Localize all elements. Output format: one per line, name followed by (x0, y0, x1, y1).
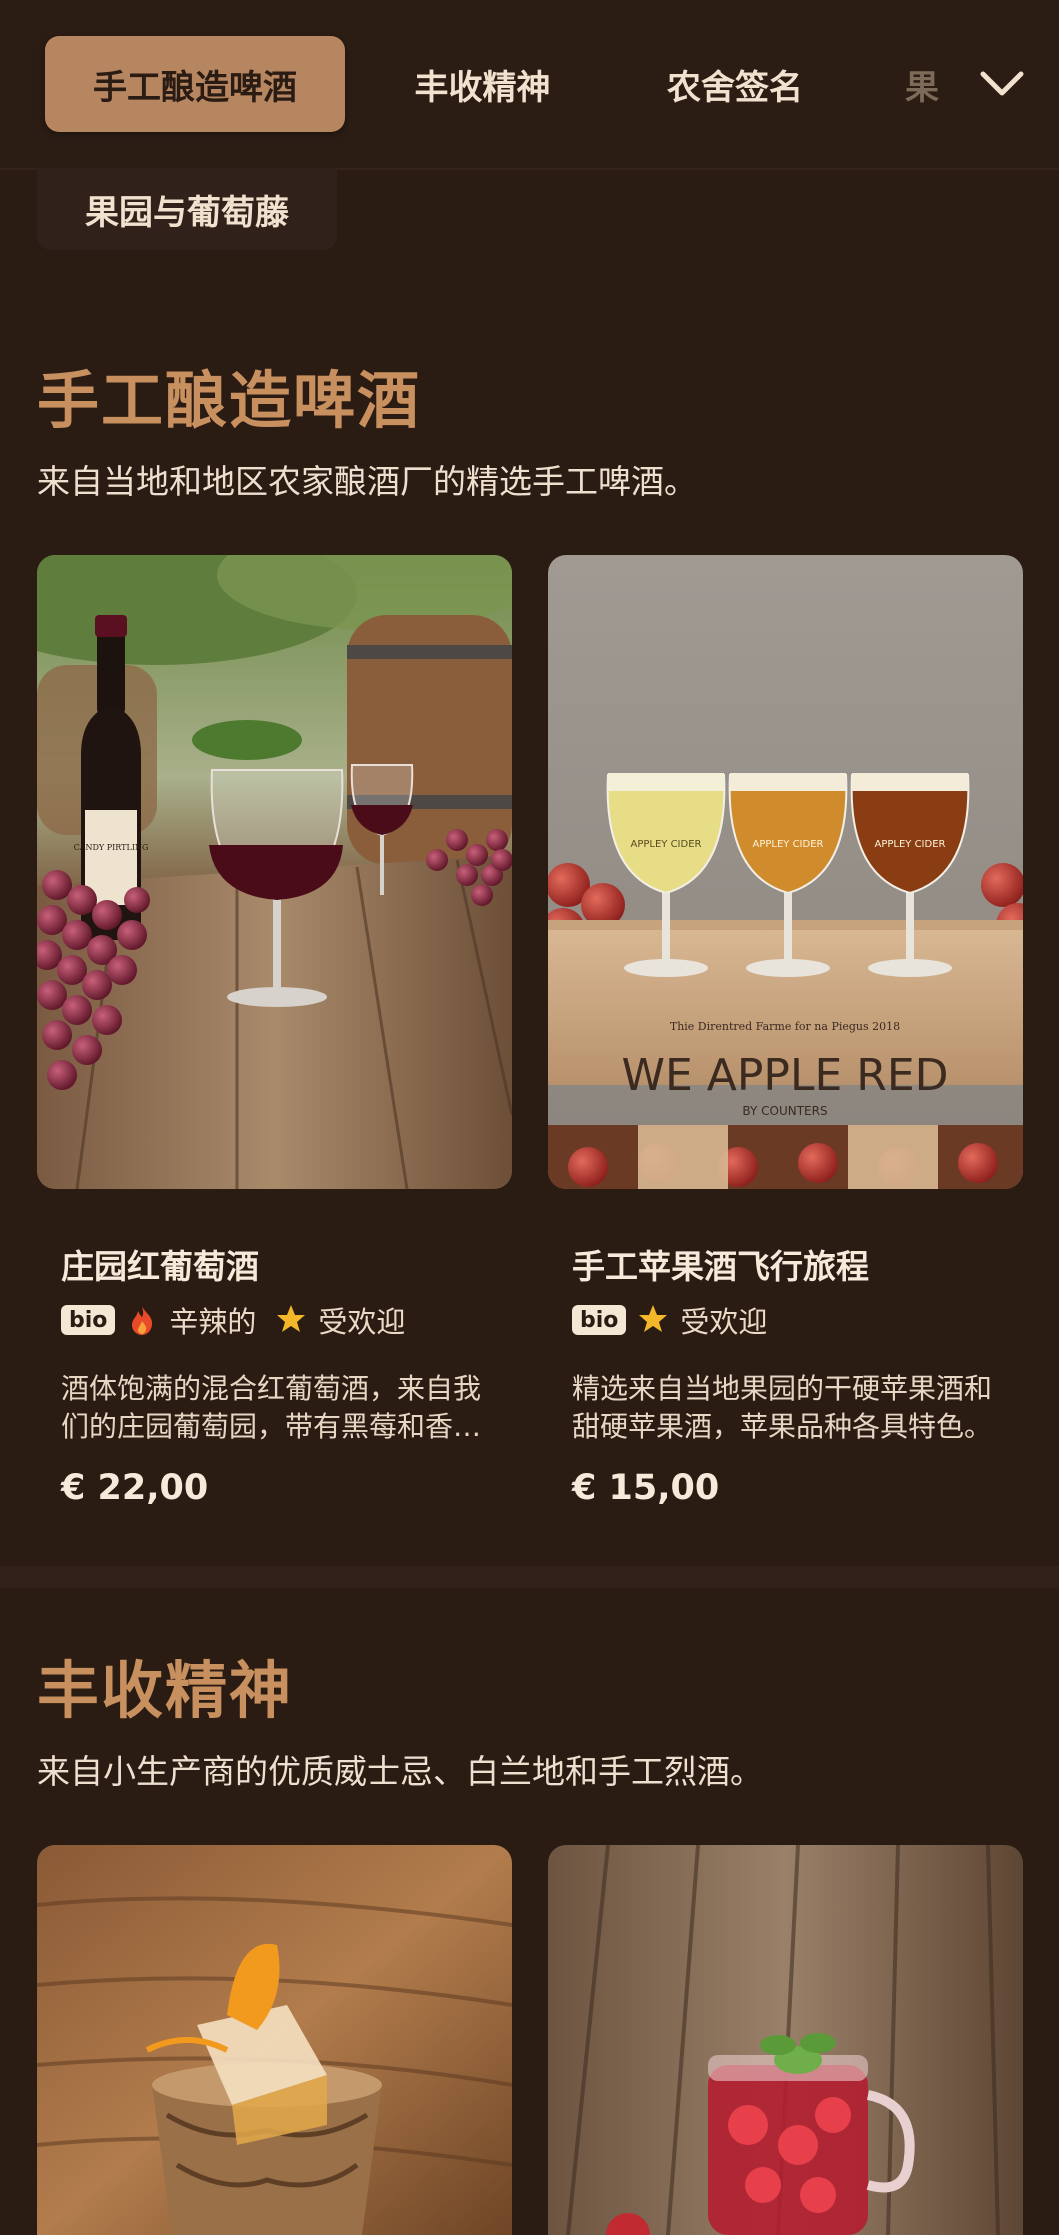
product-image-cider-flight[interactable]: Thie Direntred Farme for na Piegus 2018 … (548, 555, 1023, 1189)
bio-badge: bio (572, 1305, 627, 1335)
chevron-down-icon[interactable] (945, 36, 1059, 132)
product-image-spirit-2[interactable] (548, 1845, 1023, 2235)
product-image-spirit-1[interactable] (37, 1845, 512, 2235)
category-tab-bar: 手工酿造啤酒 丰收精神 农舍签名 果 (0, 0, 1059, 170)
svg-text:APPLEY CIDER: APPLEY CIDER (753, 839, 824, 850)
product-tags-estate-red-wine: bio 辛辣的 受欢迎 (61, 1300, 413, 1340)
svg-text:Thie Direntred Farme for na Pi: Thie Direntred Farme for na Piegus 2018 (670, 1020, 900, 1033)
star-icon (276, 1304, 306, 1336)
flame-icon (127, 1304, 157, 1336)
bio-badge: bio (61, 1305, 116, 1335)
popular-label: 受欢迎 (680, 1305, 768, 1339)
popular-label: 受欢迎 (318, 1305, 406, 1339)
section-title-craft-beer: 手工酿造啤酒 (37, 364, 422, 437)
product-description-cider-flight: 精选来自当地果园的干硬苹果酒和甜硬苹果酒，苹果品种各具特色。 (572, 1372, 993, 1443)
svg-text:CANDY PIRTLING: CANDY PIRTLING (74, 843, 149, 852)
tab-harvest-spirits[interactable]: 丰收精神 (365, 36, 600, 132)
tab-orchard-partial[interactable]: 果 (905, 36, 945, 132)
tab-orchard-and-vine[interactable]: 果园与葡萄藤 (37, 168, 337, 250)
svg-text:APPLEY CIDER: APPLEY CIDER (875, 839, 946, 850)
product-description-estate-red-wine: 酒体饱满的混合红葡萄酒，来自我们的庄园葡萄园，带有黑莓和香料的味道。 (61, 1372, 482, 1443)
star-icon (638, 1304, 668, 1336)
svg-text:WE APPLE RED: WE APPLE RED (621, 1050, 948, 1101)
tab-craft-beer[interactable]: 手工酿造啤酒 (45, 36, 345, 132)
product-price-estate-red-wine: € 22,00 (61, 1468, 209, 1508)
section-title-harvest-spirits: 丰收精神 (37, 1654, 294, 1727)
product-image-estate-red-wine[interactable]: CANDY PIRTLING (37, 555, 512, 1189)
svg-text:APPLEY CIDER: APPLEY CIDER (631, 839, 702, 850)
svg-text:BY COUNTERS: BY COUNTERS (742, 1104, 827, 1118)
tab-farmhouse-signatures[interactable]: 农舍签名 (625, 36, 845, 132)
product-title-cider-flight: 手工苹果酒飞行旅程 (572, 1247, 869, 1286)
section-description-harvest-spirits: 来自小生产商的优质威士忌、白兰地和手工烈酒。 (37, 1752, 763, 1791)
section-divider (0, 1566, 1059, 1588)
spicy-label: 辛辣的 (169, 1305, 257, 1339)
product-price-cider-flight: € 15,00 (572, 1468, 720, 1508)
section-description-craft-beer: 来自当地和地区农家酿酒厂的精选手工啤酒。 (37, 462, 697, 501)
product-title-estate-red-wine: 庄园红葡萄酒 (61, 1247, 259, 1286)
product-tags-cider-flight: bio 受欢迎 (572, 1300, 775, 1340)
